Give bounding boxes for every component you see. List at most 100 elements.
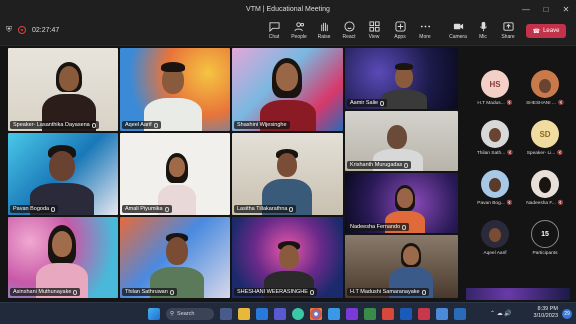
participant-card[interactable]: Nadeesha F... 🔇	[520, 170, 570, 220]
grid-icon	[368, 21, 380, 32]
smiley-icon	[343, 21, 355, 32]
title-bar: VTM | Educational Meeting — □ ✕	[0, 0, 576, 18]
video-tile[interactable]: Thilan Sathruwan	[120, 217, 230, 298]
window-controls: — □ ✕	[516, 0, 576, 18]
video-tile[interactable]: Nadeesha Fernando	[345, 173, 458, 233]
mic-icon	[404, 162, 409, 168]
file-explorer-icon[interactable]	[238, 308, 250, 320]
mic-off-icon: 🔇	[557, 201, 564, 206]
apps-button[interactable]: Apps	[388, 21, 412, 43]
share-button[interactable]: Share	[496, 21, 520, 43]
camera-icon	[453, 23, 463, 30]
more-button[interactable]: More	[413, 21, 437, 43]
participant-name: Krishanth Murugadas	[350, 162, 403, 168]
participant-name: H.T Madushi Samaranayake	[350, 289, 420, 295]
participants-count-button[interactable]: 15 Participants	[520, 220, 570, 270]
teams-icon[interactable]	[274, 308, 286, 320]
meeting-toolbar: ⛨ 02:27:47 Chat People Raise React View …	[0, 18, 576, 46]
chat-icon	[268, 22, 280, 32]
video-tile[interactable]: Aqeel Aarif	[120, 48, 230, 131]
recording-icon	[18, 26, 26, 34]
taskbar-search[interactable]: ⚲ Search	[166, 308, 214, 320]
video-tile[interactable]: Pavan Bogoda	[8, 133, 118, 215]
mic-off-icon: 🔇	[507, 151, 514, 156]
video-tile[interactable]: Amali Piyumika	[120, 133, 230, 215]
mic-off-icon: 🔇	[557, 101, 564, 106]
mic-button[interactable]: Mic	[471, 21, 495, 43]
mic-icon	[402, 224, 407, 230]
video-tile[interactable]: SHESHANI WEERASINGHE	[232, 217, 343, 298]
video-tile[interactable]: Aamir Salie	[345, 48, 458, 109]
system-tray-icons[interactable]: ⌃ ☁ 🔊	[490, 310, 512, 317]
powerpoint-icon[interactable]	[382, 308, 394, 320]
mic-icon	[73, 289, 78, 295]
minimize-button[interactable]: —	[516, 0, 536, 18]
vscode-icon[interactable]	[328, 308, 340, 320]
video-tile[interactable]: Asinshani Muthunayake	[8, 217, 118, 298]
mic-icon	[91, 122, 96, 128]
mic-icon	[479, 21, 487, 32]
app-icon[interactable]	[454, 308, 466, 320]
video-tile[interactable]: Lasitha Tillakarathna	[232, 133, 343, 215]
chrome-icon[interactable]	[310, 308, 322, 320]
participants-panel: HS H.T Madus... 🔇 SHESHANI ... 🔇 Thilan Sa…	[466, 48, 576, 302]
chat-button[interactable]: Chat	[262, 21, 286, 43]
video-tile[interactable]: Speaker- Lasanthika Dayasena	[8, 48, 118, 131]
maximize-button[interactable]: □	[536, 0, 556, 18]
participant-card[interactable]: SHESHANI ... 🔇	[520, 70, 570, 120]
leave-button[interactable]: ☎ Leave	[526, 24, 566, 38]
word-icon[interactable]	[400, 308, 412, 320]
mic-icon	[380, 100, 385, 106]
clock[interactable]: 8:39 PM 3/10/2023	[534, 306, 558, 320]
onenote-icon[interactable]	[346, 308, 358, 320]
mic-icon	[153, 122, 158, 128]
task-view-icon[interactable]	[220, 308, 232, 320]
mic-icon	[51, 206, 56, 212]
participant-name: Thilan Sathruwan	[125, 289, 168, 295]
windows-taskbar: ⚲ Search ⌃ ☁ 🔊 8:39 PM 3/10/2023 29	[0, 302, 576, 324]
excel-icon[interactable]	[364, 308, 376, 320]
avatar: SD	[531, 120, 559, 148]
video-tile[interactable]: Krishanth Murugadas	[345, 111, 458, 171]
video-tile[interactable]: H.T Madushi Samaranayake	[345, 235, 458, 298]
avatar	[531, 70, 559, 98]
people-button[interactable]: People	[287, 21, 311, 43]
mic-off-icon: 🔇	[557, 151, 564, 156]
people-icon	[293, 22, 304, 32]
notification-badge[interactable]: 29	[562, 309, 572, 319]
react-button[interactable]: React	[337, 21, 361, 43]
participant-card[interactable]: Thilan Sath... 🔇	[470, 120, 520, 170]
app-icon[interactable]	[436, 308, 448, 320]
teams-meeting-window: VTM | Educational Meeting — □ ✕ ⛨ 02:27:…	[0, 0, 576, 302]
edge-icon[interactable]	[292, 308, 304, 320]
participant-card[interactable]: HS H.T Madus... 🔇	[470, 70, 520, 120]
phone-icon: ☎	[532, 28, 541, 35]
participant-name: Pavan Bogoda	[13, 206, 50, 212]
raise-hand-button[interactable]: Raise	[312, 21, 336, 43]
start-icon[interactable]	[148, 308, 160, 320]
participant-name: Shashini Wijesinghe	[237, 122, 287, 128]
participant-name: Lasitha Tillakarathna	[237, 206, 288, 212]
participant-name: SHESHANI WEERASINGHE	[237, 289, 308, 295]
video-tile[interactable]: Shashini Wijesinghe	[232, 48, 343, 131]
pdf-icon[interactable]	[418, 308, 430, 320]
self-view-strip	[466, 288, 570, 300]
hand-icon	[320, 22, 328, 32]
mic-icon	[169, 289, 174, 295]
mic-icon	[309, 289, 314, 295]
outlook-icon[interactable]	[256, 308, 268, 320]
participant-name: Aqeel Aarif	[125, 122, 152, 128]
participant-card[interactable]: Pavan Bog... 🔇	[470, 170, 520, 220]
camera-button[interactable]: Camera	[446, 21, 470, 43]
meeting-timer: 02:27:47	[32, 26, 60, 34]
avatar	[481, 170, 509, 198]
participant-card[interactable]: SD Speaker- Li... 🔇	[520, 120, 570, 170]
participant-name: Asinshani Muthunayake	[13, 289, 72, 295]
shield-icon: ⛨	[6, 25, 12, 34]
video-grid: Speaker- Lasanthika Dayasena Aqeel Aarif…	[8, 48, 458, 298]
mic-off-icon: 🔇	[506, 201, 513, 206]
view-button[interactable]: View	[362, 21, 386, 43]
participant-card[interactable]: Aqeel Aarif	[470, 220, 520, 270]
participant-name: Speaker- Lasanthika Dayasena	[13, 122, 90, 128]
close-button[interactable]: ✕	[556, 0, 576, 18]
